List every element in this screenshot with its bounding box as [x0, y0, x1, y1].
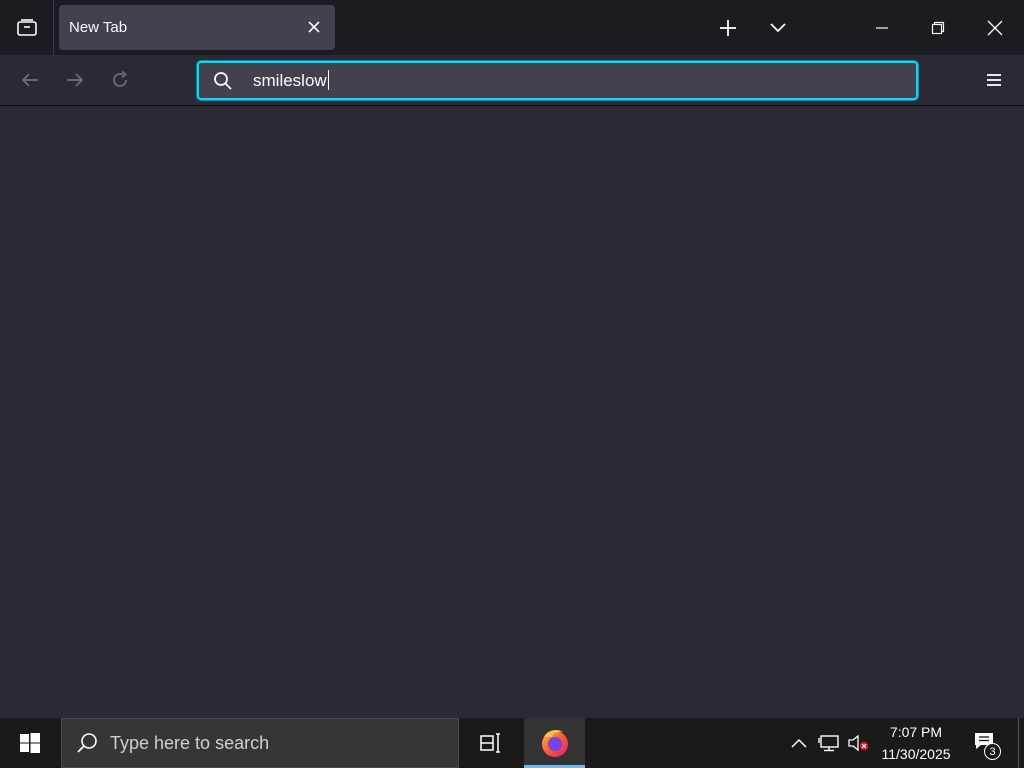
page-content [0, 106, 1024, 718]
search-icon [214, 72, 232, 90]
task-view-button[interactable] [463, 718, 519, 768]
window-minimize-button[interactable] [866, 12, 898, 44]
network-button[interactable] [816, 718, 842, 768]
network-icon [818, 735, 839, 752]
arrow-right-icon [67, 73, 84, 87]
tab-new-tab[interactable]: New Tab [59, 5, 335, 50]
firefox-logo-icon [541, 729, 568, 757]
taskbar-search-placeholder: Type here to search [110, 733, 270, 753]
clock-date: 11/30/2025 [881, 746, 951, 762]
tab-overflow-button[interactable] [762, 12, 794, 44]
plus-icon [720, 20, 736, 36]
hamburger-menu-icon [987, 74, 1001, 86]
reload-icon [113, 70, 127, 87]
chevron-up-icon [791, 738, 807, 748]
window-restore-button[interactable] [922, 12, 954, 44]
forward-button[interactable] [60, 65, 90, 95]
close-icon [987, 20, 1003, 36]
tab-title: New Tab [69, 19, 128, 36]
action-center-button[interactable]: 3 [966, 718, 1006, 768]
tab-strip: New Tab [0, 0, 1024, 55]
clock-time: 7:07 PM [889, 724, 943, 740]
address-bar-text: smileslow [253, 71, 327, 90]
arrow-left-icon [21, 73, 38, 87]
nav-toolbar: smileslow [0, 55, 1024, 106]
windows-logo-icon [20, 733, 40, 753]
window-close-button[interactable] [979, 12, 1011, 44]
reload-button[interactable] [105, 65, 135, 95]
system-clock[interactable]: 7:07 PM 11/30/2025 [872, 721, 960, 765]
address-bar[interactable]: smileslow [196, 60, 919, 101]
close-icon [308, 21, 320, 33]
new-tab-button[interactable] [712, 12, 744, 44]
show-desktop-button[interactable] [1018, 718, 1019, 768]
task-view-icon [480, 733, 500, 753]
volume-muted-icon [848, 734, 869, 752]
taskbar: Type here to search 7:07 PM 11/30/2025 3 [0, 718, 1024, 768]
tray-overflow-button[interactable] [786, 718, 812, 768]
address-bar-input[interactable]: smileslow [253, 70, 329, 91]
text-caret [327, 70, 329, 90]
list-all-tabs-button[interactable] [0, 0, 54, 55]
minimize-icon [876, 27, 888, 29]
taskbar-firefox-button[interactable] [524, 718, 585, 768]
start-button[interactable] [0, 718, 60, 768]
app-menu-button[interactable] [978, 65, 1010, 95]
list-all-tabs-icon [16, 18, 37, 36]
search-icon [77, 733, 97, 753]
back-button[interactable] [15, 65, 45, 95]
notification-count-badge: 3 [984, 743, 1001, 760]
tab-close-button[interactable] [303, 16, 325, 38]
chevron-down-icon [770, 23, 786, 33]
volume-button[interactable] [845, 718, 871, 768]
restore-icon [931, 21, 945, 35]
taskbar-search-box[interactable]: Type here to search [61, 718, 459, 768]
